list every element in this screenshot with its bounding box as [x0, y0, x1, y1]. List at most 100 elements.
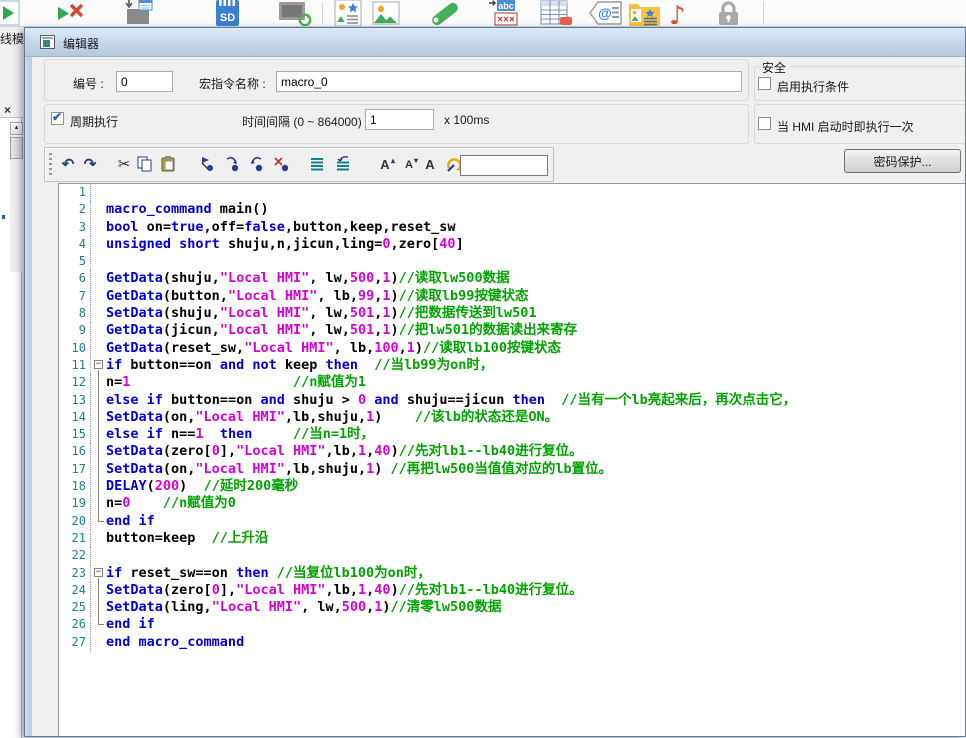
line-number: 25 — [59, 599, 91, 616]
recipe-table-icon[interactable] — [540, 0, 570, 26]
line-number: 5 — [59, 253, 91, 270]
code-text: SetData(zero[0],"Local HMI",lb,1,40)//先对… — [106, 582, 583, 599]
line-number: 18 — [59, 478, 91, 495]
code-line[interactable]: 18DELAY(200) //延时200毫秒 — [59, 478, 966, 495]
macro-name-input[interactable] — [276, 71, 742, 92]
code-line[interactable]: 12n=1 //n赋值为1 — [59, 374, 966, 391]
background-left-panel: 线模拟 × ▲ — [0, 27, 25, 737]
sd-card-icon[interactable]: SD — [214, 0, 244, 26]
font-increase-icon[interactable]: A▴ — [375, 155, 395, 175]
picture-library-icon[interactable] — [628, 0, 658, 26]
search-input[interactable] — [460, 155, 548, 176]
fold-toggle-icon[interactable]: − — [91, 565, 106, 582]
svg-text:♪: ♪ — [669, 1, 686, 27]
string-table-icon[interactable]: abc××× — [488, 0, 518, 26]
toolbar-grip[interactable] — [49, 153, 52, 177]
panel-close-icon[interactable]: × — [4, 103, 11, 117]
list-icon[interactable] — [307, 155, 327, 175]
code-editor[interactable]: 12macro_command main()3bool on=true,off=… — [58, 183, 966, 737]
fold-gutter — [91, 305, 106, 322]
address-tag-icon[interactable]: @ — [588, 0, 618, 26]
cut-icon[interactable]: ✂ — [114, 155, 134, 175]
code-line[interactable]: 14 SetData(on,"Local HMI",lb,shuju,1) //该… — [59, 409, 966, 426]
code-line[interactable]: 19n=0 //n赋值为0 — [59, 495, 966, 512]
line-number: 16 — [59, 443, 91, 460]
fold-toggle-icon[interactable]: − — [91, 357, 106, 374]
code-line[interactable]: 15 else if n==1 then //当n=1时， — [59, 426, 966, 443]
code-line[interactable]: 20end if — [59, 513, 966, 530]
collapse-icon[interactable]: − — [94, 360, 103, 369]
code-text: GetData(jicun,"Local HMI", lw,501,1)//把l… — [106, 322, 577, 339]
code-line[interactable]: 10GetData(reset_sw,"Local HMI", lb,100,1… — [59, 340, 966, 357]
check-icon: ✔ — [52, 110, 62, 124]
line-number: 15 — [59, 426, 91, 443]
password-protect-button[interactable]: 密码保护... — [844, 149, 961, 173]
bookmark-clear-icon[interactable] — [272, 155, 292, 175]
label-tag-icon[interactable] — [428, 0, 458, 26]
sound-library-icon[interactable]: ♪ — [666, 0, 696, 26]
macro-name-label: 宏指令名称 : — [199, 75, 266, 92]
code-line[interactable]: 9GetData(jicun,"Local HMI", lw,501,1)//把… — [59, 322, 966, 339]
bookmark-prev-icon[interactable] — [246, 155, 266, 175]
background-scrollbar[interactable]: ▲ — [10, 122, 24, 272]
line-number: 10 — [59, 340, 91, 357]
asset-list-icon[interactable] — [334, 0, 364, 26]
code-line[interactable]: 24SetData(zero[0],"Local HMI",lb,1,40)//… — [59, 582, 966, 599]
enable-condition-checkbox[interactable] — [758, 77, 771, 90]
code-line[interactable]: 23−if reset_sw==on then //当复位lb100为on时， — [59, 565, 966, 582]
code-line[interactable]: 11−if button==on and not keep then //当lb… — [59, 357, 966, 374]
code-text: if reset_sw==on then //当复位lb100为on时， — [106, 565, 431, 582]
code-line[interactable]: 16SetData(zero[0],"Local HMI",lb,1,40)//… — [59, 443, 966, 460]
code-line[interactable]: 8SetData(shuju,"Local HMI", lw,501,1)//把… — [59, 305, 966, 322]
code-line[interactable]: 25SetData(ling,"Local HMI", lw,500,1)//清… — [59, 599, 966, 616]
code-line[interactable]: 27end macro_command — [59, 634, 966, 651]
code-line[interactable]: 3bool on=true,off=false,button,keep,rese… — [59, 219, 966, 236]
code-text: n=1 //n赋值为1 — [106, 374, 366, 391]
font-icon[interactable]: A — [420, 155, 440, 175]
code-line[interactable]: 4unsigned short shuju,n,jicun,ling=0,zer… — [59, 236, 966, 253]
fold-gutter — [91, 547, 106, 564]
code-text: else if n==1 then //当n=1时， — [106, 426, 374, 443]
fold-gutter — [91, 270, 106, 287]
fold-gutter — [91, 426, 106, 443]
macro-id-input[interactable] — [116, 71, 173, 92]
code-line[interactable]: 17SetData(on,"Local HMI",lb,shuju,1) //再… — [59, 461, 966, 478]
collapse-icon[interactable]: − — [94, 568, 103, 577]
code-line[interactable]: 26end if — [59, 616, 966, 633]
copy-icon[interactable] — [135, 155, 155, 175]
redo-icon[interactable]: ↷ — [80, 155, 100, 175]
code-line[interactable]: 7GetData(button,"Local HMI", lb,99,1)//读… — [59, 288, 966, 305]
picture-icon[interactable] — [372, 0, 402, 26]
line-number: 8 — [59, 305, 91, 322]
code-text: button=keep //上升沿 — [106, 530, 268, 547]
scroll-up-icon[interactable]: ▲ — [10, 122, 23, 135]
code-text: SetData(on,"Local HMI",lb,shuju,1) //该lb… — [106, 409, 558, 426]
code-line[interactable]: 5 — [59, 253, 966, 270]
interval-input[interactable] — [365, 109, 434, 130]
bookmark-add-icon[interactable] — [196, 155, 216, 175]
undo-icon[interactable]: ↶ — [58, 155, 78, 175]
simulate-icon[interactable] — [0, 0, 21, 26]
code-line[interactable]: 13else if button==on and shuju > 0 and s… — [59, 392, 966, 409]
code-line[interactable]: 22 — [59, 547, 966, 564]
dialog-titlebar[interactable]: 编辑器 — [25, 28, 966, 57]
font-decrease-icon[interactable]: A▾ — [399, 155, 419, 175]
download-icon[interactable] — [124, 0, 154, 26]
stop-simulation-icon[interactable] — [55, 0, 85, 26]
line-number: 3 — [59, 219, 91, 236]
goto-icon[interactable] — [333, 155, 353, 175]
bookmark-next-icon[interactable] — [222, 155, 242, 175]
line-number: 22 — [59, 547, 91, 564]
security-lock-icon[interactable] — [714, 0, 744, 26]
startup-checkbox[interactable] — [758, 117, 771, 130]
code-line[interactable]: 21button=keep //上升沿 — [59, 530, 966, 547]
code-line[interactable]: 1 — [59, 184, 966, 201]
code-line[interactable]: 6GetData(shuju,"Local HMI", lw,500,1)//读… — [59, 270, 966, 287]
screen-update-icon[interactable] — [278, 0, 308, 26]
scrollbar-thumb[interactable] — [10, 137, 23, 159]
svg-text:SD: SD — [220, 12, 235, 24]
line-number: 14 — [59, 409, 91, 426]
code-line[interactable]: 2macro_command main() — [59, 201, 966, 218]
paste-icon[interactable] — [158, 155, 178, 175]
periodic-checkbox[interactable]: ✔ — [51, 112, 64, 125]
